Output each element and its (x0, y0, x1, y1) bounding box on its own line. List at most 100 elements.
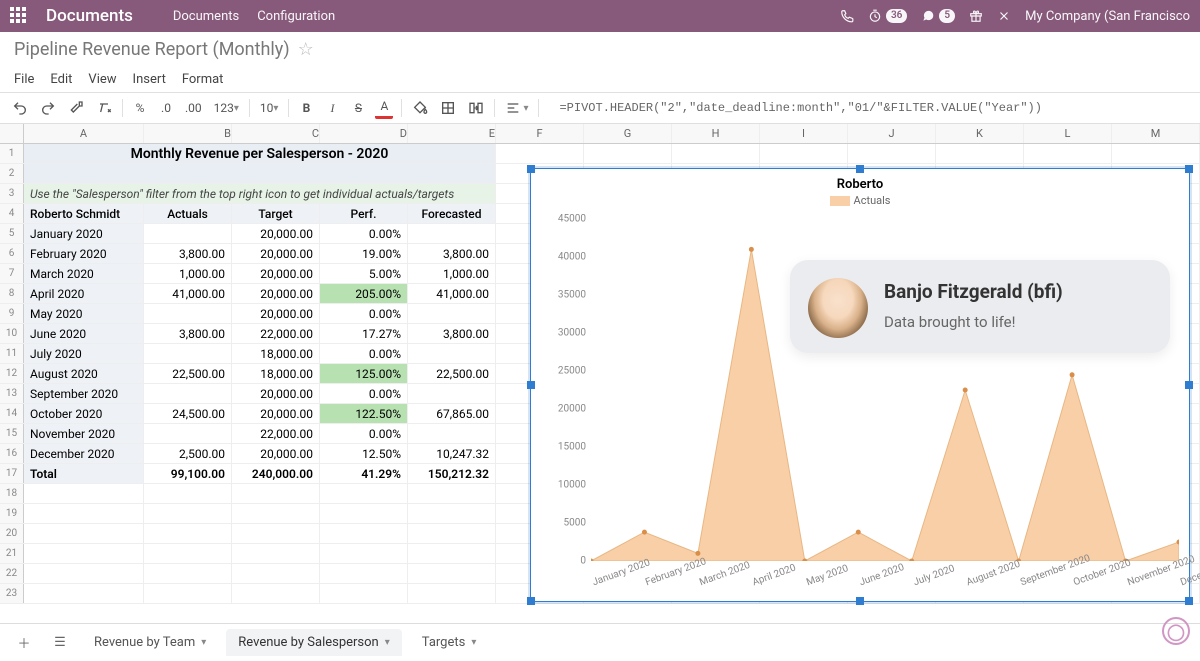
month-label[interactable]: May 2020 (24, 304, 144, 323)
actuals-cell[interactable]: 24,500.00 (144, 404, 232, 423)
row-number[interactable]: 5 (0, 224, 24, 243)
colhdr-I[interactable]: I (760, 124, 848, 143)
row-number[interactable]: 9 (0, 304, 24, 323)
bold-icon[interactable]: B (297, 97, 315, 119)
forecast-cell[interactable] (408, 344, 496, 363)
fill-color-icon[interactable] (410, 97, 430, 119)
target-cell[interactable]: 20,000.00 (232, 264, 320, 283)
select-all-corner[interactable] (0, 124, 24, 143)
colhdr-M[interactable]: M (1112, 124, 1200, 143)
forecast-cell[interactable]: 67,865.00 (408, 404, 496, 423)
row-number[interactable]: 4 (0, 204, 24, 223)
menu-format[interactable]: Format (182, 72, 224, 87)
target-cell[interactable]: 20,000.00 (232, 304, 320, 323)
sheet-tab-revenue-salesperson[interactable]: Revenue by Salesperson▾ (226, 629, 402, 656)
forecast-cell[interactable]: 10,247.32 (408, 444, 496, 463)
gift-icon[interactable] (969, 9, 983, 23)
forecast-cell[interactable]: 3,800.00 (408, 324, 496, 343)
decrease-decimal[interactable]: .0 (157, 97, 175, 119)
row-number[interactable]: 10 (0, 324, 24, 343)
target-cell[interactable]: 20,000.00 (232, 244, 320, 263)
font-size-dropdown[interactable]: 10 ▾ (258, 97, 281, 119)
chart-resize-handle[interactable] (856, 165, 864, 173)
month-label[interactable]: April 2020 (24, 284, 144, 303)
colhdr-J[interactable]: J (848, 124, 936, 143)
table-hint[interactable]: Use the "Salesperson" filter from the to… (24, 184, 496, 203)
salesperson-name[interactable]: Roberto Schmidt (24, 204, 144, 223)
chat-tray[interactable]: 5 (921, 9, 955, 23)
actuals-cell[interactable]: 2,500.00 (144, 444, 232, 463)
text-color-icon[interactable]: A (375, 97, 393, 119)
forecast-cell[interactable] (408, 384, 496, 403)
actuals-cell[interactable]: 3,800.00 (144, 244, 232, 263)
strike-icon[interactable]: S (349, 97, 367, 119)
actuals-cell[interactable] (144, 344, 232, 363)
table-title[interactable]: Monthly Revenue per Salesperson - 2020 (24, 144, 496, 163)
row-number[interactable]: 22 (0, 564, 24, 583)
month-label[interactable]: October 2020 (24, 404, 144, 423)
actuals-cell[interactable]: 22,500.00 (144, 364, 232, 383)
colhdr-H[interactable]: H (672, 124, 760, 143)
perf-cell[interactable]: 12.50% (320, 444, 408, 463)
perf-cell[interactable]: 0.00% (320, 384, 408, 403)
actuals-cell[interactable]: 1,000.00 (144, 264, 232, 283)
perf-cell[interactable]: 0.00% (320, 344, 408, 363)
perf-cell[interactable]: 17.27% (320, 324, 408, 343)
col-forecasted[interactable]: Forecasted (408, 204, 496, 223)
row-number[interactable]: 13 (0, 384, 24, 403)
month-label[interactable]: June 2020 (24, 324, 144, 343)
grid-row[interactable]: 1Monthly Revenue per Salesperson - 2020 (0, 144, 1200, 164)
topmenu-configuration[interactable]: Configuration (257, 9, 335, 24)
redo-icon[interactable] (38, 97, 58, 119)
row-number[interactable]: 19 (0, 504, 24, 523)
colhdr-C[interactable]: C (232, 124, 320, 143)
menu-file[interactable]: File (14, 72, 34, 87)
perf-cell[interactable]: 0.00% (320, 424, 408, 443)
undo-icon[interactable] (10, 97, 30, 119)
chart-object[interactable]: Roberto Actuals 050001000015000200002500… (530, 168, 1190, 602)
increase-decimal[interactable]: .00 (183, 97, 204, 119)
all-sheets-icon[interactable]: ☰ (46, 629, 74, 657)
formula-bar[interactable]: =PIVOT.HEADER("2","date_deadline:month",… (547, 101, 1190, 115)
row-number[interactable]: 14 (0, 404, 24, 423)
actuals-cell[interactable] (144, 224, 232, 243)
actuals-cell[interactable]: 3,800.00 (144, 324, 232, 343)
perf-cell[interactable]: 19.00% (320, 244, 408, 263)
favorite-star-icon[interactable]: ☆ (298, 39, 314, 60)
paint-format-icon[interactable] (66, 97, 86, 119)
sheet-tab-targets[interactable]: Targets▾ (410, 629, 489, 656)
forecast-cell[interactable]: 41,000.00 (408, 284, 496, 303)
target-cell[interactable]: 20,000.00 (232, 444, 320, 463)
perf-cell[interactable]: 125.00% (320, 364, 408, 383)
perf-cell[interactable]: 5.00% (320, 264, 408, 283)
borders-icon[interactable] (438, 97, 458, 119)
month-label[interactable]: November 2020 (24, 424, 144, 443)
target-cell[interactable]: 18,000.00 (232, 344, 320, 363)
month-label[interactable]: December 2020 (24, 444, 144, 463)
close-tray-icon[interactable] (997, 9, 1011, 23)
perf-cell[interactable]: 0.00% (320, 304, 408, 323)
menu-insert[interactable]: Insert (133, 72, 166, 87)
actuals-cell[interactable] (144, 424, 232, 443)
row-number[interactable]: 3 (0, 184, 24, 203)
row-number[interactable]: 17 (0, 464, 24, 483)
month-label[interactable]: March 2020 (24, 264, 144, 283)
month-label[interactable]: July 2020 (24, 344, 144, 363)
target-cell[interactable]: 20,000.00 (232, 404, 320, 423)
colhdr-L[interactable]: L (1024, 124, 1112, 143)
row-number[interactable]: 16 (0, 444, 24, 463)
menu-view[interactable]: View (88, 72, 116, 87)
colhdr-F[interactable]: F (496, 124, 584, 143)
chart-resize-handle[interactable] (1185, 381, 1193, 389)
target-cell[interactable]: 22,000.00 (232, 324, 320, 343)
month-label[interactable]: September 2020 (24, 384, 144, 403)
phone-icon[interactable] (840, 9, 854, 23)
chart-resize-handle[interactable] (527, 381, 535, 389)
row-number[interactable]: 8 (0, 284, 24, 303)
row-number[interactable]: 2 (0, 164, 24, 183)
forecast-cell[interactable]: 22,500.00 (408, 364, 496, 383)
month-label[interactable]: August 2020 (24, 364, 144, 383)
percent-format[interactable]: % (131, 97, 149, 119)
merge-cells-icon[interactable] (466, 97, 486, 119)
sheet-tab-revenue-team[interactable]: Revenue by Team▾ (82, 629, 218, 656)
